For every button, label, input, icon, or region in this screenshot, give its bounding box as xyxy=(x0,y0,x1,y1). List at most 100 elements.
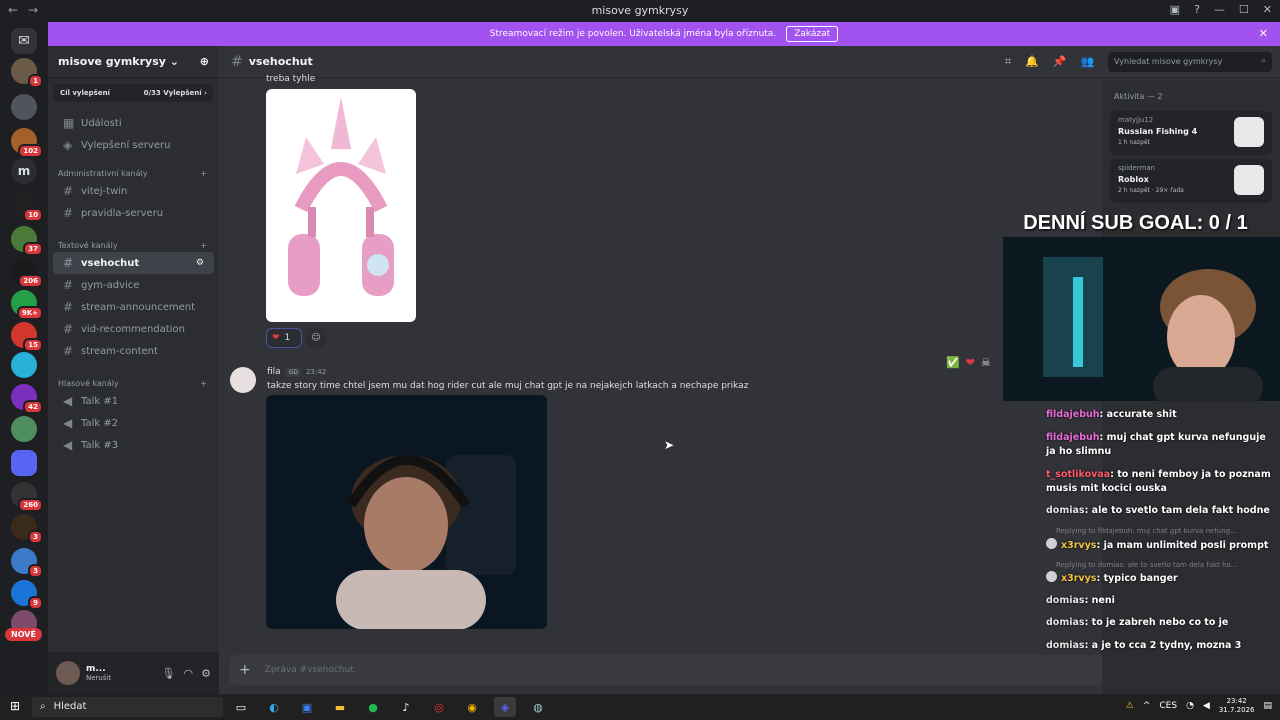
activity-card[interactable]: spiderman Roblox 2 h nazpět · 29× řada xyxy=(1110,159,1272,203)
store-icon[interactable]: ▣ xyxy=(296,697,318,717)
server-icon[interactable]: 1 xyxy=(11,58,43,88)
channel-stream-content[interactable]: # stream-content xyxy=(53,340,214,362)
heart-reaction[interactable]: ❤ 1 xyxy=(266,328,302,348)
chat-text: a je to cca 2 tydny, mozna 3 xyxy=(1091,640,1242,651)
channel-pravidla-serveru[interactable]: # pravidla-serveru xyxy=(53,202,214,224)
skull-icon[interactable]: ☠ xyxy=(981,356,991,369)
category-text[interactable]: Textové kanály + xyxy=(48,238,219,252)
disable-streamer-mode-button[interactable]: Zakázat xyxy=(786,26,839,42)
chevron-up-icon[interactable]: ^ xyxy=(1143,701,1151,711)
category-voice[interactable]: Hlasové kanály + xyxy=(48,376,219,390)
streamer-mode-banner: Streamovací režim je povolen. Uživatelsk… xyxy=(48,22,1280,46)
server-icon[interactable]: 260 xyxy=(11,482,43,512)
server-icon[interactable]: 9 xyxy=(11,580,43,610)
hash-icon: # xyxy=(63,206,74,220)
clock[interactable]: 23:42 31.7.2026 xyxy=(1219,697,1255,715)
guild-header[interactable]: misove gymkrysy ⌄ ⊕ xyxy=(48,46,219,78)
help-icon[interactable]: ? xyxy=(1194,3,1200,16)
plus-icon[interactable]: + xyxy=(239,662,251,678)
edge-icon[interactable]: ◐ xyxy=(263,697,285,717)
avatar[interactable] xyxy=(230,367,256,393)
add-reaction-button[interactable]: ☺ xyxy=(306,328,326,348)
category-label: Administrativní kanály xyxy=(58,168,148,178)
chat-line: t_sotlikovaa: to neni femboy ja to pozna… xyxy=(1046,469,1271,494)
chrome-icon[interactable]: ◉ xyxy=(461,697,483,717)
microphone-icon[interactable]: 🎙 xyxy=(162,667,176,680)
discord-taskbar-icon[interactable]: ◈ xyxy=(494,697,516,717)
minimize-button[interactable]: — xyxy=(1214,3,1225,16)
bell-icon[interactable]: 🔔 xyxy=(1025,55,1039,69)
spotify-icon[interactable]: ● xyxy=(362,697,384,717)
channel-label: vitej-twin xyxy=(81,185,128,197)
tiktok-icon[interactable]: ♪ xyxy=(395,697,417,717)
boost-goal[interactable]: Cíl vylepšení 0/33 Vylepšení › xyxy=(54,84,213,102)
add-channel-icon[interactable]: + xyxy=(200,241,207,250)
server-icon[interactable]: 10 xyxy=(11,192,43,222)
server-icon[interactable]: 3 xyxy=(11,548,43,578)
app-icon[interactable]: ◎ xyxy=(428,697,450,717)
events-item[interactable]: ▦ Události xyxy=(53,112,214,134)
channel-vitej-twin[interactable]: # vitej-twin xyxy=(53,180,214,202)
search-input[interactable]: Vyhledat misove gymkrysy ⌕ xyxy=(1108,52,1272,72)
channel-stream-announcement[interactable]: # stream-announcement xyxy=(53,296,214,318)
channel-vid-recommendation[interactable]: # vid-recommendation xyxy=(53,318,214,340)
wifi-icon[interactable]: ◔ xyxy=(1186,701,1194,711)
add-channel-icon[interactable]: + xyxy=(200,169,207,178)
gear-icon[interactable]: ⚙ xyxy=(196,258,204,268)
add-channel-icon[interactable]: + xyxy=(200,379,207,388)
task-view-icon[interactable]: ▭ xyxy=(230,697,252,717)
steam-icon[interactable]: ◍ xyxy=(527,697,549,717)
new-badge[interactable]: NOVÉ xyxy=(5,628,42,641)
discord-home-icon[interactable]: ✉ xyxy=(11,28,37,54)
game-icon xyxy=(1234,117,1264,147)
close-icon[interactable]: ✕ xyxy=(1259,27,1268,40)
server-boost-label: Vylepšení serveru xyxy=(81,139,171,151)
headphones-icon[interactable]: ◠ xyxy=(184,667,194,680)
explorer-icon[interactable]: ▬ xyxy=(329,697,351,717)
category-admin[interactable]: Administrativní kanály + xyxy=(48,166,219,180)
server-icon[interactable]: 102 xyxy=(11,128,43,158)
unicorn-headphones-image[interactable] xyxy=(266,89,416,322)
folder-icon[interactable] xyxy=(11,450,37,476)
quick-reactions: ✅ ❤ ☠ xyxy=(946,356,991,369)
server-icon[interactable]: 42 xyxy=(11,384,43,414)
server-boost-item[interactable]: ◈ Vylepšení serveru xyxy=(53,134,214,156)
window-controls: ▣ ? — ☐ ✕ xyxy=(1170,3,1272,16)
server-icon-letter[interactable]: m xyxy=(11,158,37,184)
chat-user: domias xyxy=(1046,505,1085,516)
server-icon-active[interactable] xyxy=(11,94,37,120)
invite-icon[interactable]: ⊕ xyxy=(200,55,209,68)
server-icon[interactable]: 37 xyxy=(11,226,43,256)
gear-icon[interactable]: ⚙ xyxy=(201,667,211,680)
warning-icon[interactable]: ⚠ xyxy=(1126,701,1134,711)
check-icon[interactable]: ✅ xyxy=(946,356,960,369)
server-icon[interactable]: 9K+ xyxy=(11,290,43,320)
close-window-button[interactable]: ✕ xyxy=(1263,3,1272,16)
server-icon[interactable]: 3 xyxy=(11,514,43,544)
notification-icon[interactable]: ▤ xyxy=(1263,701,1272,711)
avatar[interactable] xyxy=(56,661,80,685)
author-name[interactable]: fila xyxy=(267,367,281,377)
voice-channel-talk-3[interactable]: ◀ Talk #3 xyxy=(53,434,214,456)
members-icon[interactable]: 👥 xyxy=(1081,55,1095,69)
server-icon[interactable]: 15 xyxy=(11,322,43,352)
windows-start-icon[interactable]: ⊞ xyxy=(10,699,20,713)
server-icon[interactable] xyxy=(11,416,37,442)
maximize-button[interactable]: ☐ xyxy=(1239,3,1249,16)
search-icon: ⌕ xyxy=(40,701,46,712)
taskbar-search[interactable]: ⌕ Hledat xyxy=(32,697,223,717)
language-indicator[interactable]: CES xyxy=(1159,701,1177,711)
heart-icon[interactable]: ❤ xyxy=(966,356,975,369)
inbox-icon[interactable]: ▣ xyxy=(1170,3,1180,16)
pin-icon[interactable]: 📌 xyxy=(1053,55,1067,69)
threads-icon[interactable]: ⌗ xyxy=(1005,55,1011,69)
server-icon[interactable]: 206 xyxy=(11,258,43,288)
voice-channel-talk-2[interactable]: ◀ Talk #2 xyxy=(53,412,214,434)
voice-channel-talk-1[interactable]: ◀ Talk #1 xyxy=(53,390,214,412)
channel-vsehochut[interactable]: # vsehochut ⚙ xyxy=(53,252,214,274)
activity-card[interactable]: matyjju12 Russian Fishing 4 1 h nazpět xyxy=(1110,111,1272,155)
channel-gym-advice[interactable]: # gym-advice xyxy=(53,274,214,296)
webcam-screenshot-image[interactable] xyxy=(266,395,547,629)
volume-icon[interactable]: ◀ xyxy=(1203,701,1210,711)
server-icon[interactable] xyxy=(11,352,37,378)
